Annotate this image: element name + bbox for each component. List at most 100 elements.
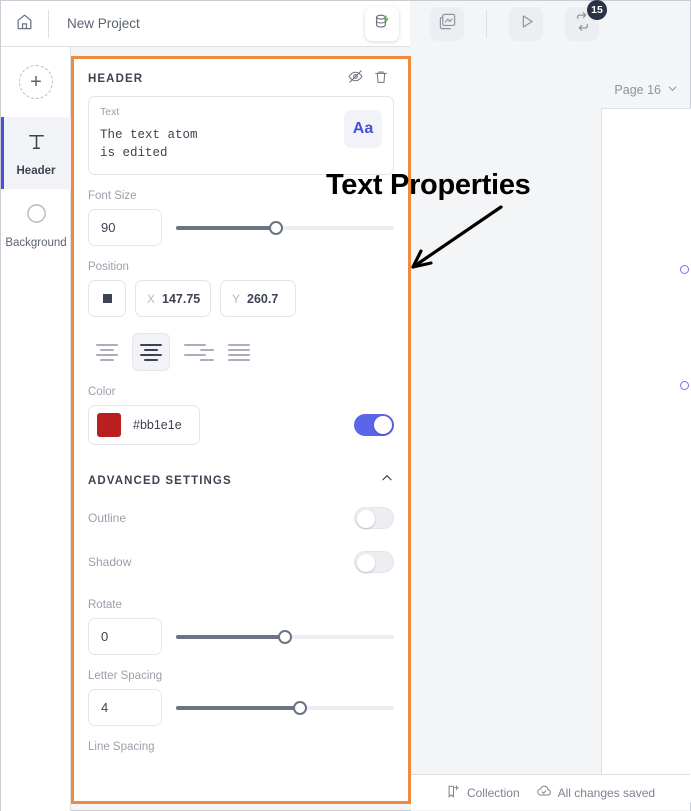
rotate-control: 0 bbox=[88, 618, 394, 656]
font-size-input[interactable]: 90 bbox=[88, 209, 162, 247]
letter-spacing-slider[interactable] bbox=[176, 700, 394, 716]
color-picker-button[interactable]: #bb1e1e bbox=[88, 405, 200, 446]
x-value: 147.75 bbox=[162, 291, 201, 306]
status-bar: Collection All changes saved bbox=[411, 774, 690, 810]
selection-handle[interactable] bbox=[680, 381, 689, 390]
database-bolt-button[interactable] bbox=[365, 6, 399, 41]
rotate-label: Rotate bbox=[88, 599, 122, 612]
shadow-label: Shadow bbox=[88, 555, 132, 570]
repeat-button[interactable]: 15 bbox=[565, 0, 607, 41]
slider-knob[interactable] bbox=[278, 629, 292, 644]
chevron-up-icon[interactable] bbox=[380, 471, 394, 490]
slider-knob[interactable] bbox=[293, 700, 308, 715]
page-selector[interactable]: Page 16 bbox=[614, 83, 678, 97]
outline-toggle[interactable] bbox=[354, 507, 394, 530]
outline-row: Outline bbox=[88, 496, 394, 540]
slider-fill bbox=[176, 705, 301, 710]
panel-title: HEADER bbox=[88, 73, 144, 85]
image-chart-icon bbox=[438, 12, 457, 36]
home-button[interactable] bbox=[1, 1, 48, 47]
trash-icon bbox=[373, 69, 389, 90]
arrow-pointer-icon bbox=[401, 205, 506, 280]
topbar-right-section: 15 bbox=[410, 0, 690, 47]
x-axis-label: X bbox=[147, 291, 156, 306]
position-x-input[interactable]: X 147.75 bbox=[135, 280, 211, 318]
font-picker-button[interactable]: Aa bbox=[344, 110, 382, 148]
sidebar-item-label: Background bbox=[5, 236, 67, 249]
toggle-thumb bbox=[357, 554, 375, 573]
sidebar-item-background[interactable]: Background bbox=[1, 189, 71, 261]
app-window: New Project 15 + Header Background HEADE… bbox=[0, 0, 691, 811]
home-icon bbox=[15, 12, 34, 36]
line-spacing-label: Line Spacing bbox=[88, 741, 155, 754]
color-label: Color bbox=[88, 386, 116, 399]
delete-layer-button[interactable] bbox=[368, 66, 394, 92]
letter-spacing-input[interactable]: 4 bbox=[88, 689, 162, 727]
cloud-check-icon bbox=[536, 783, 552, 802]
chevron-down-icon bbox=[667, 83, 678, 97]
slider-fill bbox=[176, 634, 285, 639]
text-t-icon bbox=[25, 130, 48, 158]
text-align-group bbox=[88, 333, 394, 372]
collection-button[interactable]: Collection bbox=[446, 784, 520, 802]
text-content-field[interactable]: Text The text atom is edited Aa bbox=[88, 96, 394, 176]
advanced-settings-header[interactable]: ADVANCED SETTINGS bbox=[88, 471, 394, 490]
anchor-square-icon bbox=[102, 294, 112, 304]
page-label: Page 16 bbox=[614, 83, 661, 97]
letter-spacing-label: Letter Spacing bbox=[88, 670, 163, 683]
align-justify-button[interactable] bbox=[220, 333, 258, 371]
circle-icon bbox=[25, 202, 48, 230]
letter-spacing-control: 4 bbox=[88, 689, 394, 727]
align-center-button[interactable] bbox=[132, 333, 170, 372]
top-toolbar: New Project 15 bbox=[1, 0, 690, 47]
toggle-thumb bbox=[357, 510, 375, 529]
selection-handle[interactable] bbox=[680, 265, 689, 274]
project-title[interactable]: New Project bbox=[49, 16, 365, 31]
canvas-area: Page 16 bbox=[411, 47, 691, 811]
sidebar-item-label: Header bbox=[16, 164, 56, 177]
font-size-control: 90 bbox=[88, 209, 394, 247]
repeat-badge: 15 bbox=[587, 0, 607, 20]
page-canvas[interactable] bbox=[601, 108, 691, 803]
font-size-slider[interactable] bbox=[176, 220, 394, 236]
topbar-left-section: New Project bbox=[1, 1, 410, 47]
add-layer-button[interactable]: + bbox=[1, 47, 71, 117]
align-right-button[interactable] bbox=[176, 333, 214, 371]
save-status-label: All changes saved bbox=[557, 785, 656, 800]
rotate-slider[interactable] bbox=[176, 629, 394, 645]
text-field-value[interactable]: The text atom is edited bbox=[100, 126, 344, 162]
position-y-input[interactable]: Y 260.7 bbox=[220, 280, 296, 318]
toggle-thumb bbox=[374, 416, 392, 435]
collection-label: Collection bbox=[466, 785, 520, 800]
slider-fill bbox=[176, 225, 277, 230]
database-bolt-icon bbox=[373, 12, 392, 36]
slider-knob[interactable] bbox=[269, 220, 284, 235]
shadow-row: Shadow bbox=[88, 540, 394, 584]
sidebar-item-header[interactable]: Header bbox=[1, 117, 71, 189]
left-rail: + Header Background bbox=[1, 47, 71, 811]
position-control: X 147.75 Y 260.7 bbox=[88, 280, 394, 318]
eye-off-icon bbox=[347, 68, 364, 90]
text-field-label: Text bbox=[100, 106, 120, 118]
panel-header: HEADER bbox=[88, 62, 394, 96]
align-left-button[interactable] bbox=[88, 333, 126, 371]
color-swatch[interactable] bbox=[97, 413, 121, 438]
color-control: #bb1e1e bbox=[88, 405, 394, 446]
image-chart-button[interactable] bbox=[430, 7, 464, 41]
y-axis-label: Y bbox=[232, 291, 241, 306]
position-anchor-button[interactable] bbox=[88, 280, 126, 318]
shadow-toggle[interactable] bbox=[354, 551, 394, 574]
annotation-text: Text Properties bbox=[326, 169, 531, 201]
hide-layer-button[interactable] bbox=[342, 66, 368, 92]
advanced-settings-title: ADVANCED SETTINGS bbox=[88, 474, 232, 487]
annotation-arrow bbox=[401, 201, 506, 281]
y-value: 260.7 bbox=[247, 291, 279, 306]
outline-label: Outline bbox=[88, 511, 127, 526]
bookmark-plus-icon bbox=[446, 784, 461, 802]
plus-icon: + bbox=[19, 65, 53, 99]
rotate-input[interactable]: 0 bbox=[88, 618, 162, 656]
play-button[interactable] bbox=[509, 7, 543, 41]
save-status: All changes saved bbox=[536, 783, 655, 802]
play-icon bbox=[517, 12, 536, 36]
color-toggle[interactable] bbox=[354, 414, 394, 437]
